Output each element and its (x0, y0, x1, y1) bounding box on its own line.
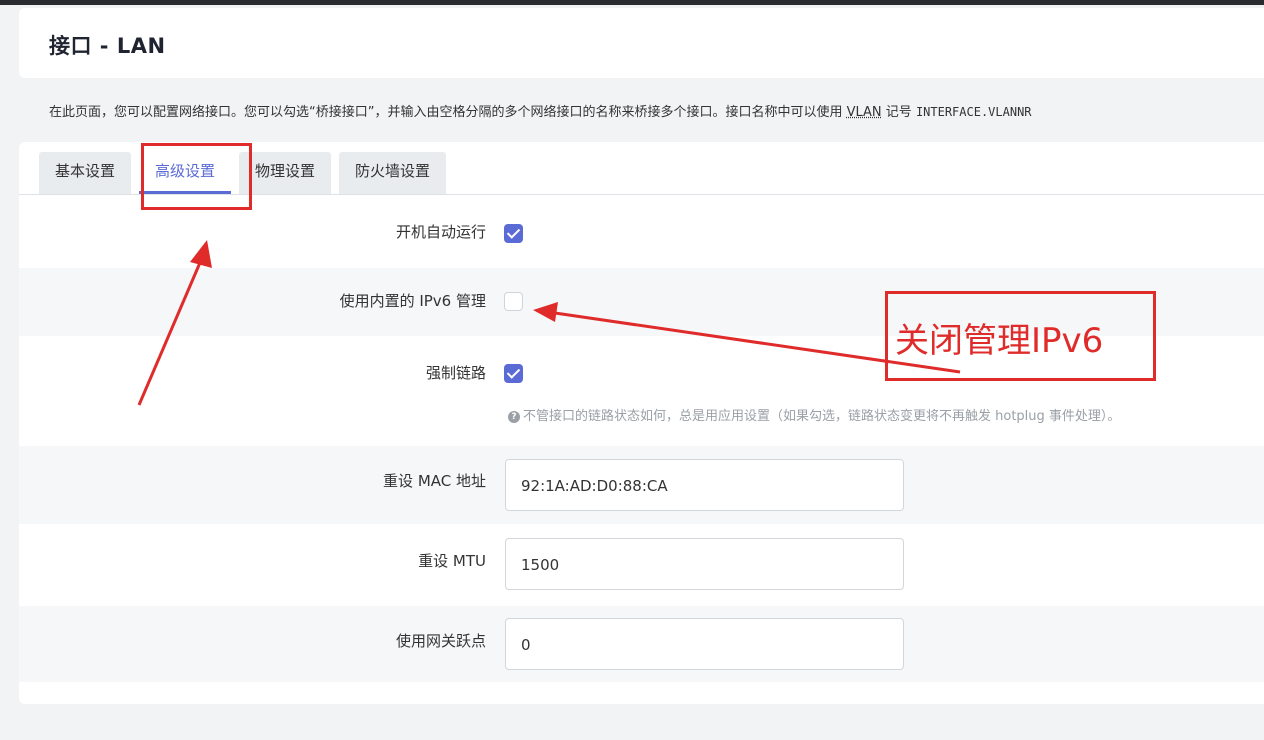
description-text: 在此页面，您可以配置网络接口。您可以勾选“桥接接口”，并输入由空格分隔的多个网络… (49, 105, 847, 120)
description-code: INTERFACE.VLANNR (915, 105, 1032, 119)
ipv6-management-checkbox[interactable] (504, 292, 523, 311)
vlan-link[interactable]: VLAN (847, 105, 882, 120)
annotation-text: 关闭管理IPv6 (895, 321, 1104, 361)
force-link-label: 强制链路 (425, 364, 486, 382)
page-description: 在此页面，您可以配置网络接口。您可以勾选“桥接接口”，并输入由空格分隔的多个网络… (49, 101, 1264, 120)
gateway-metric-label: 使用网关跃点 (395, 632, 486, 650)
autostart-checkbox[interactable] (504, 224, 523, 243)
page: 接口 - LAN 在此页面，您可以配置网络接口。您可以勾选“桥接接口”，并输入由… (0, 0, 1264, 740)
autostart-label: 开机自动运行 (395, 223, 486, 241)
mtu-input[interactable]: 1500 (505, 538, 904, 590)
tab-basic-settings[interactable]: 基本设置 (39, 152, 132, 194)
gateway-metric-input[interactable]: 0 (505, 618, 904, 670)
force-link-hint: ? 不管接口的链路状态如何，总是用应用设置（如果勾选，链路状态变更将不再触发 ho… (508, 405, 1120, 424)
page-title: 接口 - LAN (49, 34, 166, 58)
force-link-checkbox[interactable] (504, 364, 523, 383)
row-gateway-metric: 使用网关跃点 0 (19, 606, 1264, 682)
header-card: 接口 - LAN (19, 8, 1264, 78)
mac-address-label: 重设 MAC 地址 (383, 472, 486, 490)
mtu-label: 重设 MTU (418, 552, 486, 570)
settings-card: 基本设置 高级设置 物理设置 防火墙设置 开机自动运行 使用内置的 IPv6 管… (19, 142, 1264, 704)
tab-physical-settings[interactable]: 物理设置 (239, 152, 332, 194)
mac-address-input[interactable]: 92:1A:AD:D0:88:CA (505, 459, 904, 511)
description-text-2: 记号 (881, 105, 916, 120)
tab-firewall-settings[interactable]: 防火墙设置 (339, 152, 447, 194)
help-icon: ? (508, 411, 520, 423)
tab-highlight-box (141, 143, 252, 210)
row-mtu: 重设 MTU 1500 (19, 524, 1264, 606)
force-link-hint-text: 不管接口的链路状态如何，总是用应用设置（如果勾选，链路状态变更将不再触发 hot… (523, 409, 1121, 424)
row-mac-address: 重设 MAC 地址 92:1A:AD:D0:88:CA (19, 446, 1264, 524)
window-top-bar (0, 0, 1264, 5)
ipv6-management-label: 使用内置的 IPv6 管理 (339, 292, 486, 310)
